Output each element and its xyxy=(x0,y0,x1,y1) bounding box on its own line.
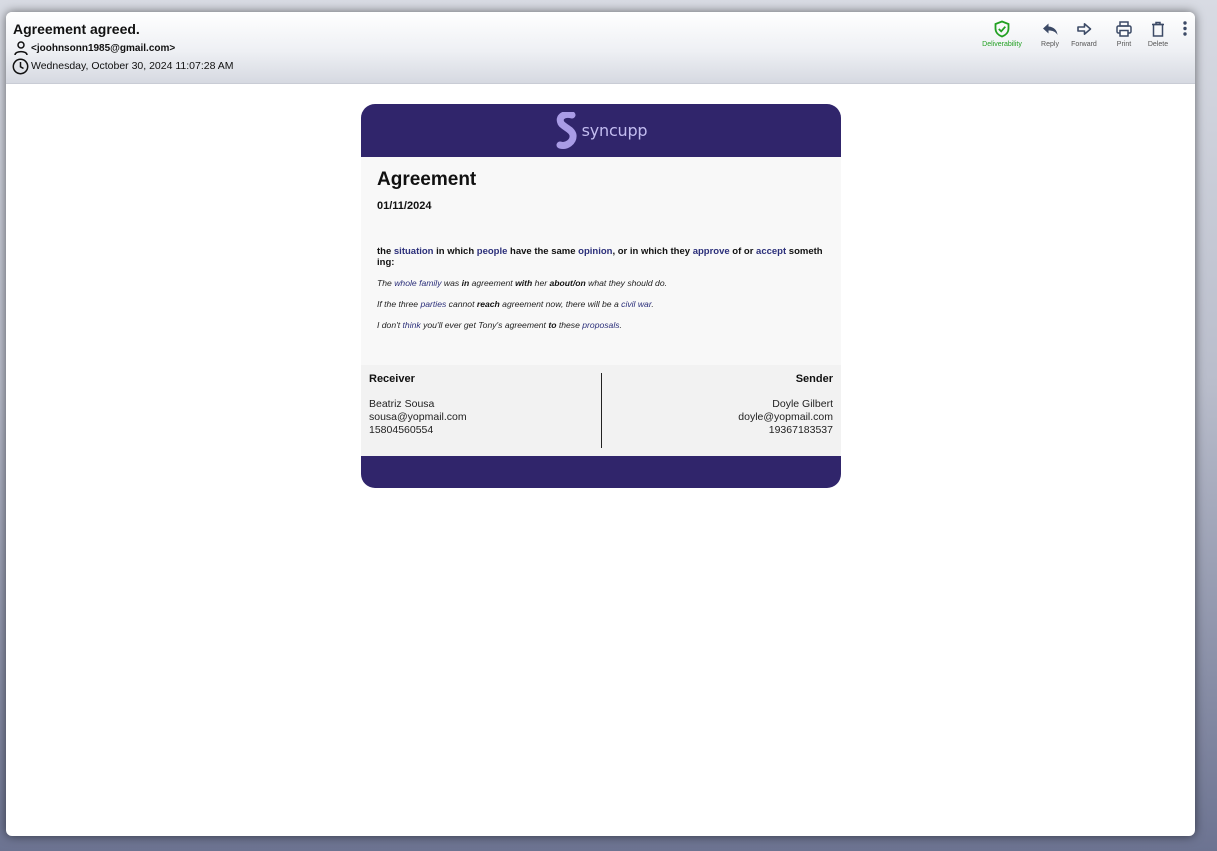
forward-icon xyxy=(1077,23,1092,35)
sender-phone: 19367183537 xyxy=(768,424,833,436)
person-icon xyxy=(14,41,28,56)
example-sentence: If the three parties cannot reach agreem… xyxy=(377,299,654,309)
deliverability-label: Deliverability xyxy=(982,41,1022,48)
word-link[interactable]: people xyxy=(477,246,508,257)
parties-section: Receiver Beatriz Sousa sousa@yopmail.com… xyxy=(361,365,841,456)
sender-name: Doyle Gilbert xyxy=(772,398,833,410)
sender-row: <joohnsonn1985@gmail.com> xyxy=(13,40,175,56)
word-link[interactable]: parties xyxy=(420,299,446,309)
more-vertical-icon xyxy=(1183,21,1187,36)
logo-text: syncupp xyxy=(581,121,648,140)
reply-button[interactable]: Reply xyxy=(1033,20,1067,48)
receiver-email: sousa@yopmail.com xyxy=(369,411,467,423)
printer-icon xyxy=(1116,21,1132,37)
example-sentence: I don't think you'll ever get Tony's agr… xyxy=(377,320,622,330)
email-datetime: Wednesday, October 30, 2024 11:07:28 AM xyxy=(31,60,234,72)
definition-text: the situation in which people have the s… xyxy=(377,246,823,268)
word-link[interactable]: approve xyxy=(693,246,730,257)
forward-button[interactable]: Forward xyxy=(1067,20,1101,48)
reply-icon xyxy=(1043,23,1058,35)
trash-icon xyxy=(1152,21,1164,37)
delete-label: Delete xyxy=(1147,41,1169,48)
forward-label: Forward xyxy=(1071,41,1097,48)
brand-footer xyxy=(361,456,841,488)
receiver-heading: Receiver xyxy=(369,373,415,385)
brand-banner: syncupp xyxy=(361,104,841,157)
date-row: Wednesday, October 30, 2024 11:07:28 AM xyxy=(12,58,234,74)
sender-email: <joohnsonn1985@gmail.com> xyxy=(31,42,176,54)
receiver-phone: 15804560554 xyxy=(369,424,434,436)
email-toolbar: Deliverability Reply Forward Print Delet… xyxy=(977,20,1195,60)
word-link[interactable]: opinion xyxy=(578,246,612,257)
word-link[interactable]: proposals xyxy=(582,320,619,330)
example-sentence: The whole family was in agreement with h… xyxy=(377,278,667,288)
word-link[interactable]: family xyxy=(419,278,441,288)
word-link[interactable]: civil war xyxy=(621,299,651,309)
shield-check-icon xyxy=(994,20,1010,38)
clock-icon xyxy=(12,58,29,74)
syncupp-logo-icon xyxy=(556,111,577,149)
sender-block: Sender Doyle Gilbert doyle@yopmail.com 1… xyxy=(600,373,842,448)
more-options-button[interactable] xyxy=(1175,20,1195,41)
print-label: Print xyxy=(1116,41,1132,48)
email-viewer-window: Agreement agreed. <joohnsonn1985@gmail.c… xyxy=(6,12,1195,836)
agreement-date: 01/11/2024 xyxy=(377,200,432,212)
receiver-block: Receiver Beatriz Sousa sousa@yopmail.com… xyxy=(361,365,601,456)
reply-label: Reply xyxy=(1041,41,1059,48)
email-subject: Agreement agreed. xyxy=(13,21,140,37)
sender-heading: Sender xyxy=(795,373,833,385)
sender-email: doyle@yopmail.com xyxy=(738,411,833,423)
delete-button[interactable]: Delete xyxy=(1141,20,1175,48)
email-body-card: syncupp Agreement 01/11/2024 the situati… xyxy=(361,104,841,488)
agreement-title: Agreement xyxy=(377,169,477,190)
word-link[interactable]: whole xyxy=(394,278,416,288)
word-link[interactable]: think xyxy=(403,320,421,330)
print-button[interactable]: Print xyxy=(1107,20,1141,48)
agreement-body: Agreement 01/11/2024 the situation in wh… xyxy=(361,157,841,365)
email-header: Agreement agreed. <joohnsonn1985@gmail.c… xyxy=(6,12,1195,84)
word-link[interactable]: situation xyxy=(394,246,434,257)
word-link[interactable]: accept xyxy=(756,246,786,257)
receiver-name: Beatriz Sousa xyxy=(369,398,435,410)
deliverability-button[interactable]: Deliverability xyxy=(977,20,1027,48)
